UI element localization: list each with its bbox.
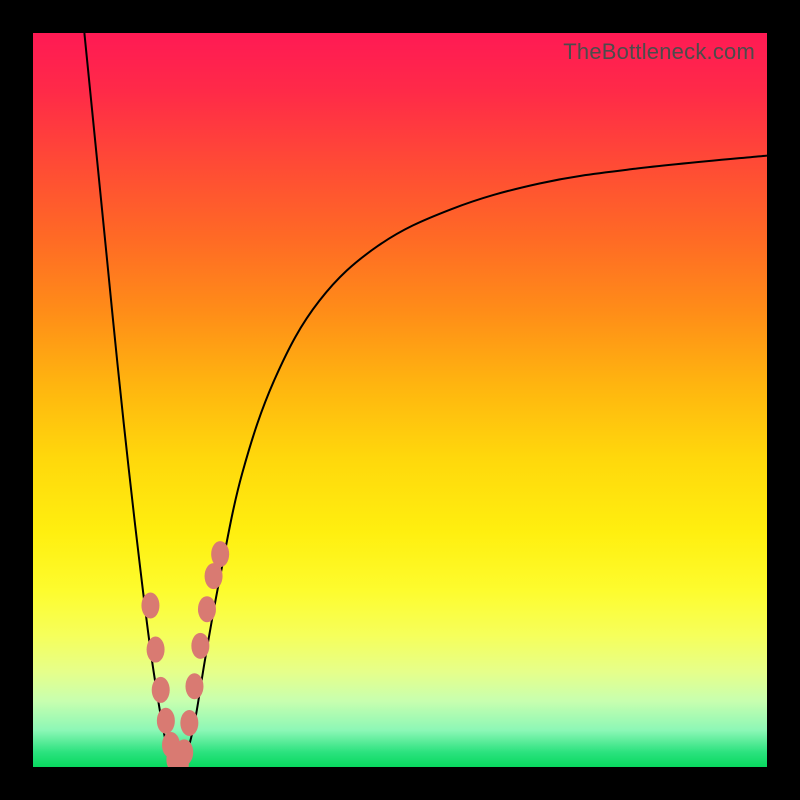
plot-area: TheBottleneck.com: [33, 33, 767, 767]
beads-group: [141, 541, 229, 767]
bead-marker: [152, 677, 170, 703]
curve-right-branch: [184, 156, 767, 764]
bead-marker: [147, 637, 165, 663]
bead-marker: [198, 596, 216, 622]
curve-svg: [33, 33, 767, 767]
bead-marker: [180, 710, 198, 736]
bead-marker: [157, 708, 175, 734]
bead-marker: [211, 541, 229, 567]
bead-marker: [175, 739, 193, 765]
bead-marker: [185, 673, 203, 699]
bead-marker: [141, 593, 159, 619]
bead-marker: [191, 633, 209, 659]
chart-frame: TheBottleneck.com: [0, 0, 800, 800]
